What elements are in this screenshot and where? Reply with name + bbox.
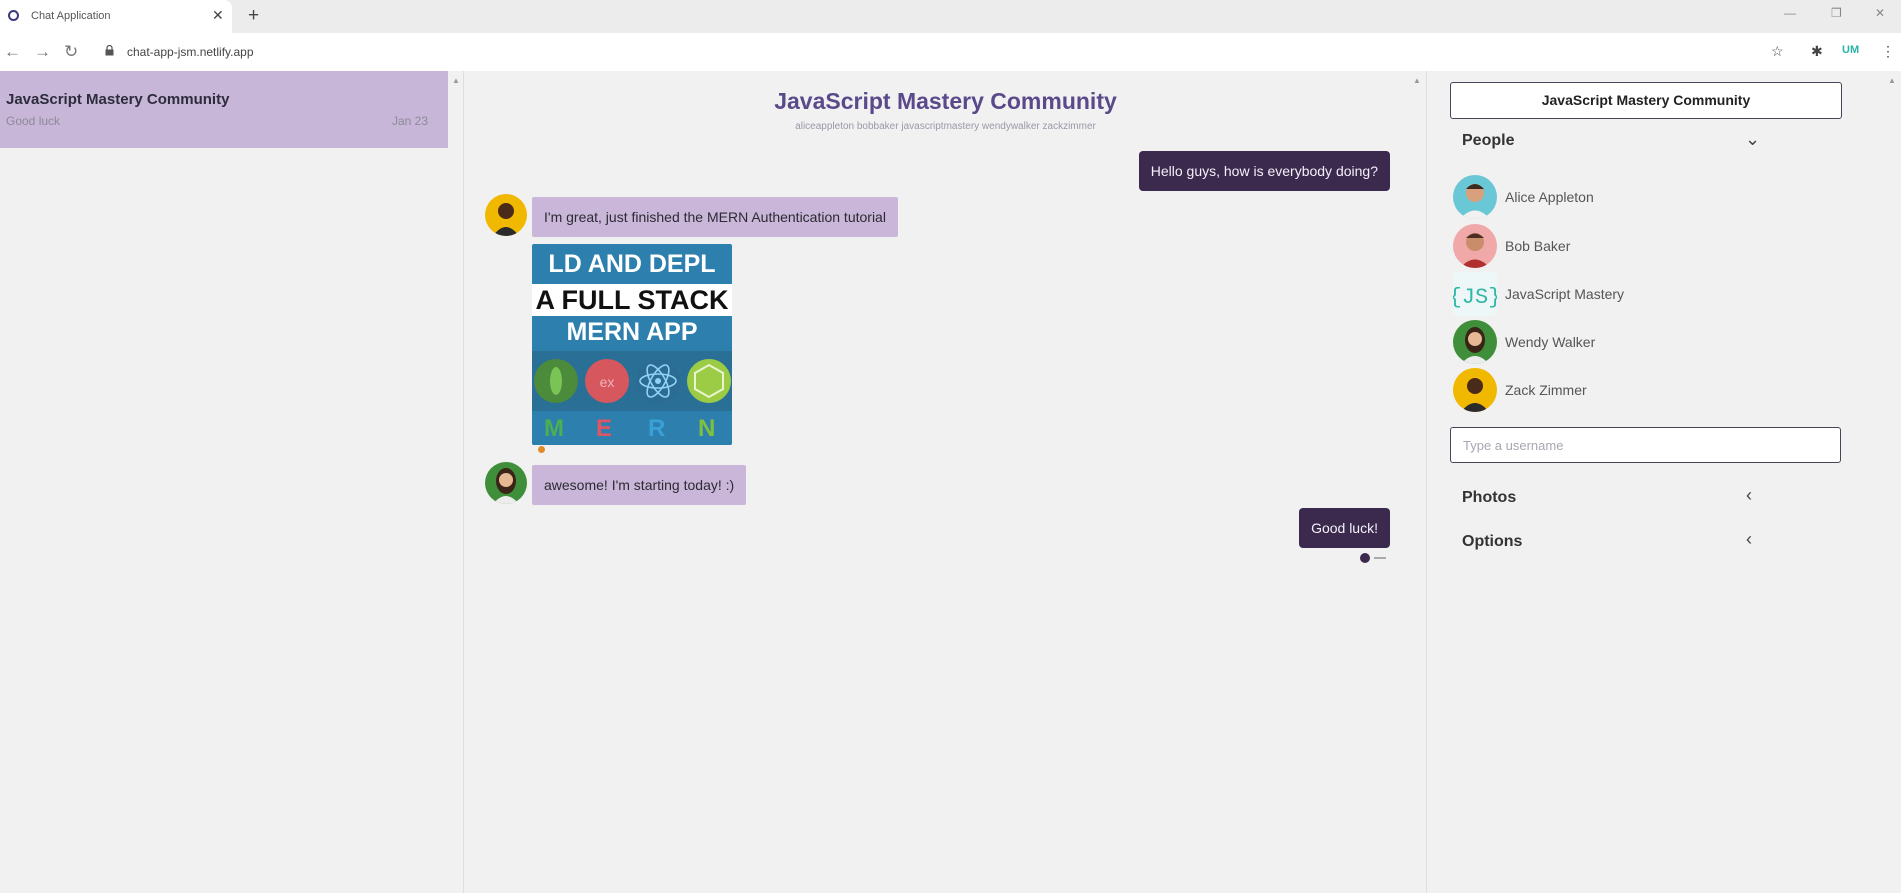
profile-avatar[interactable]: UM (1842, 44, 1859, 56)
back-icon[interactable]: ← (4, 42, 21, 62)
jsm-logo-icon: {JS} (1453, 272, 1497, 316)
new-tab-icon[interactable]: + (248, 5, 259, 27)
scroll-up-icon[interactable]: ▲ (1413, 76, 1421, 85)
person-row[interactable]: Bob Baker (1453, 224, 1833, 268)
read-receipt-dot (538, 446, 545, 453)
sender-avatar-zack (485, 194, 527, 236)
forward-icon[interactable]: → (34, 42, 51, 62)
person-avatar (1453, 320, 1497, 364)
person-name: Bob Baker (1505, 238, 1571, 254)
restore-icon[interactable]: ❐ (1831, 6, 1842, 20)
people-section-header[interactable]: People (1462, 132, 1514, 150)
scroll-up-icon[interactable]: ▲ (452, 76, 460, 85)
outgoing-message: Good luck! (1299, 508, 1390, 548)
chat-settings-title[interactable]: JavaScript Mastery Community (1450, 82, 1842, 119)
chat-card[interactable]: JavaScript Mastery Community Good luck J… (0, 71, 448, 148)
chat-card-last-message: Good luck (6, 114, 61, 128)
mern-letter: N (698, 415, 716, 442)
username-input[interactable] (1450, 427, 1841, 463)
mern-letter: M (544, 415, 564, 442)
chat-feed: JavaScript Mastery Community aliceapplet… (465, 71, 1427, 893)
chat-card-title: JavaScript Mastery Community (6, 91, 230, 108)
close-tab-icon[interactable]: ✕ (212, 7, 224, 24)
svg-text:{JS}: {JS} (1453, 285, 1497, 310)
read-receipt-dash (1374, 557, 1386, 559)
person-avatar (1453, 368, 1497, 412)
menu-kebab-icon[interactable]: ⋮ (1881, 43, 1895, 60)
tab-title: Chat Application (31, 10, 111, 22)
app-favicon-icon (8, 10, 19, 21)
person-name: Zack Zimmer (1505, 382, 1587, 398)
minimize-icon[interactable]: — (1784, 6, 1796, 20)
incoming-message: awesome! I'm starting today! :) (532, 465, 747, 505)
sender-avatar-wendy (485, 462, 527, 504)
person-avatar (1453, 175, 1497, 219)
chat-members-subtitle: aliceappleton bobbaker javascriptmastery… (795, 121, 1096, 132)
close-window-icon[interactable]: ✕ (1875, 6, 1885, 20)
reload-icon[interactable]: ↻ (64, 42, 78, 62)
chevron-down-icon[interactable]: ⌄ (1745, 129, 1760, 150)
outgoing-message: Hello guys, how is everybody doing? (1138, 151, 1390, 191)
person-avatar (1453, 224, 1497, 268)
person-row[interactable]: Zack Zimmer (1453, 368, 1833, 412)
mern-letter: R (648, 415, 666, 442)
tech-logos-strip: ex (532, 351, 732, 411)
chevron-left-icon[interactable]: ‹ (1746, 485, 1752, 506)
browser-toolbar: ← → ↻ chat-app-jsm.netlify.app ☆ ✱ UM ⋮ (0, 33, 1901, 71)
svg-text:ex: ex (600, 374, 615, 390)
person-name: Alice Appleton (1505, 189, 1594, 205)
incoming-message: I'm great, just finished the MERN Authen… (532, 197, 898, 237)
image-caption-line: MERN APP (566, 318, 698, 346)
person-name: JavaScript Mastery (1505, 286, 1625, 302)
lock-icon (105, 45, 114, 56)
person-name: Wendy Walker (1505, 334, 1596, 350)
browser-tab-bar: Chat Application ✕ + — ❐ ✕ (0, 0, 1901, 33)
chat-list-panel: JavaScript Mastery Community Good luck J… (0, 71, 464, 893)
options-section-header[interactable]: Options (1462, 533, 1522, 551)
mern-letter: E (596, 415, 613, 442)
read-receipt-dot (1360, 553, 1370, 563)
person-row[interactable]: Wendy Walker (1453, 320, 1833, 364)
extensions-icon[interactable]: ✱ (1811, 43, 1823, 60)
chevron-left-icon[interactable]: ‹ (1746, 529, 1752, 550)
scroll-up-icon[interactable]: ▲ (1888, 76, 1896, 85)
image-caption-line: A FULL STACK (532, 284, 732, 316)
photos-section-header[interactable]: Photos (1462, 489, 1516, 507)
mern-letters-row: M E R N (532, 411, 732, 445)
chat-title: JavaScript Mastery Community (774, 88, 1117, 114)
chat-settings-panel: JavaScript Mastery Community People ⌄ Al… (1428, 71, 1901, 893)
image-caption-line: LD AND DEPL (532, 250, 732, 279)
url-field[interactable]: chat-app-jsm.netlify.app (127, 45, 254, 59)
person-row[interactable]: {JS} JavaScript Mastery (1453, 272, 1833, 316)
chat-card-date: Jan 23 (391, 114, 428, 128)
browser-tab[interactable]: Chat Application ✕ (0, 0, 232, 33)
bookmark-star-icon[interactable]: ☆ (1771, 43, 1784, 60)
person-row[interactable]: Alice Appleton (1453, 175, 1833, 219)
message-image[interactable]: LD AND DEPL A FULL STACK MERN APP ex M E… (532, 244, 732, 445)
